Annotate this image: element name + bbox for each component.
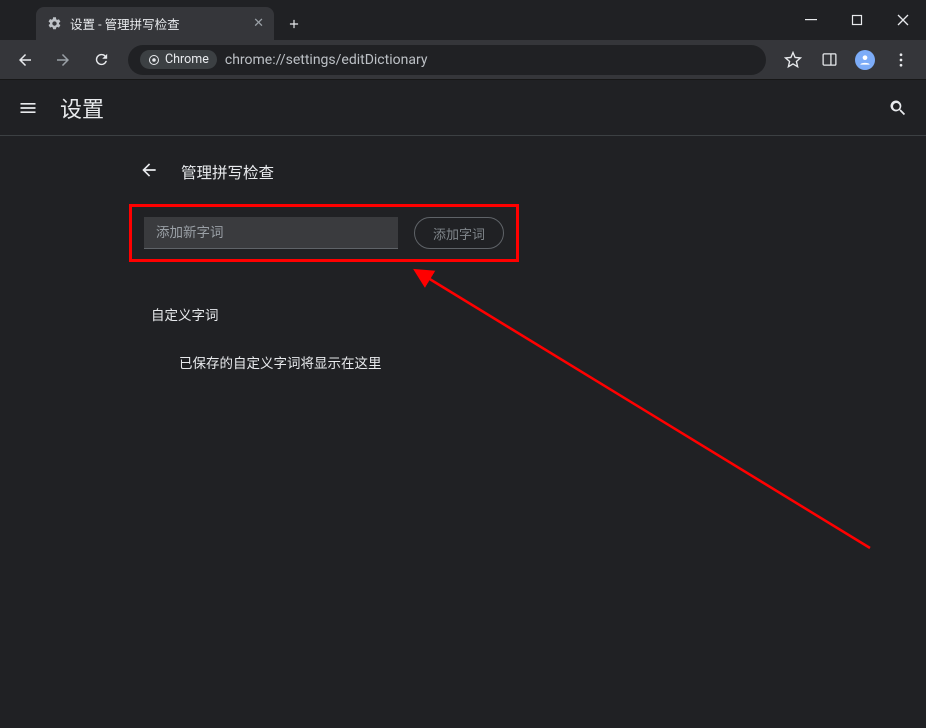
subpage-title: 管理拼写检查 — [181, 161, 274, 183]
add-word-button[interactable]: 添加字词 — [414, 217, 504, 249]
custom-words-section-title: 自定义字词 — [129, 304, 797, 324]
gear-icon — [46, 16, 62, 32]
settings-content: 管理拼写检查 添加字词 自定义字词 已保存的自定义字词将显示在这里 — [0, 136, 926, 372]
settings-search-button[interactable] — [884, 94, 912, 122]
window-close-button[interactable] — [880, 0, 926, 40]
add-word-input[interactable] — [144, 217, 398, 249]
nav-forward-button[interactable] — [46, 44, 80, 76]
nav-reload-button[interactable] — [84, 44, 118, 76]
omnibox[interactable]: Chrome chrome://settings/editDictionary — [128, 45, 766, 75]
url-text: chrome://settings/editDictionary — [225, 52, 428, 68]
profile-avatar-button[interactable] — [848, 44, 882, 76]
chrome-logo-icon — [148, 54, 160, 66]
address-bar-row: Chrome chrome://settings/editDictionary — [0, 40, 926, 80]
tab-close-icon[interactable]: ✕ — [253, 16, 264, 31]
settings-panel: 管理拼写检查 添加字词 自定义字词 已保存的自定义字词将显示在这里 — [129, 152, 797, 372]
browser-titlebar: 设置 - 管理拼写检查 ✕ — [0, 0, 926, 40]
browser-menu-button[interactable] — [884, 44, 918, 76]
side-panel-icon[interactable] — [812, 44, 846, 76]
settings-header: 设置 — [0, 80, 926, 136]
browser-tab[interactable]: 设置 - 管理拼写检查 ✕ — [36, 7, 274, 40]
menu-toggle-button[interactable] — [14, 94, 42, 122]
nav-back-button[interactable] — [8, 44, 42, 76]
avatar-icon — [855, 50, 875, 70]
custom-words-empty-message: 已保存的自定义字词将显示在这里 — [129, 352, 797, 372]
new-tab-button[interactable] — [280, 10, 308, 38]
url-chip: Chrome — [140, 50, 217, 69]
tab-title: 设置 - 管理拼写检查 — [70, 14, 180, 33]
url-chip-label: Chrome — [165, 52, 209, 67]
back-arrow-button[interactable] — [139, 160, 159, 184]
window-minimize-button[interactable] — [788, 0, 834, 40]
window-maximize-button[interactable] — [834, 0, 880, 40]
subpage-header: 管理拼写检查 — [129, 152, 797, 204]
window-controls — [788, 0, 926, 40]
page-title: 设置 — [60, 92, 104, 124]
bookmark-star-icon[interactable] — [776, 44, 810, 76]
add-word-highlight-annotation: 添加字词 — [129, 204, 519, 262]
